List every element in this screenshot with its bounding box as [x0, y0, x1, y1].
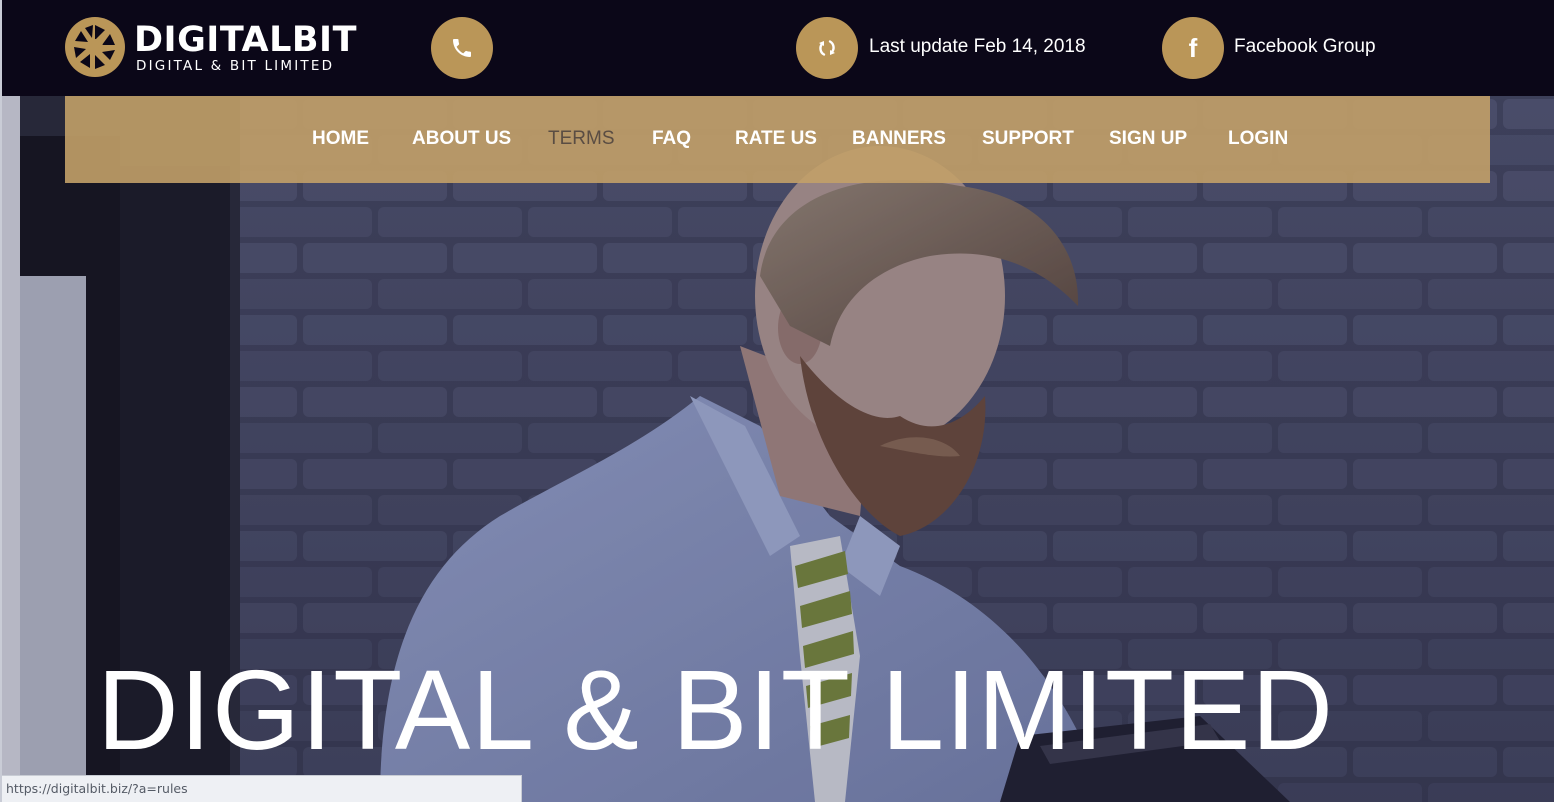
window-edge — [0, 0, 2, 802]
facebook-icon: f — [1188, 33, 1198, 63]
update-button[interactable] — [796, 17, 858, 79]
logo-mark-icon — [65, 17, 125, 77]
facebook-group-link[interactable]: Facebook Group — [1234, 36, 1376, 58]
nav-rate-us[interactable]: RATE US — [735, 127, 817, 151]
site-logo[interactable]: DIGITALBIT DIGITAL & BIT LIMITED — [64, 16, 374, 80]
nav-support[interactable]: SUPPORT — [982, 127, 1074, 151]
logo-subtitle: DIGITAL & BIT LIMITED — [136, 58, 335, 74]
browser-status-url: https://digitalbit.biz/?a=rules — [0, 775, 522, 802]
main-nav: HOME ABOUT US TERMS FAQ RATE US BANNERS … — [65, 96, 1490, 183]
phone-button[interactable] — [431, 17, 493, 79]
hero-title: DIGITAL & BIT LIMITED — [97, 647, 1335, 773]
phone-icon — [453, 39, 471, 57]
facebook-button[interactable]: f — [1162, 17, 1224, 79]
nav-home[interactable]: HOME — [312, 127, 369, 151]
nav-sign-up[interactable]: SIGN UP — [1109, 127, 1187, 151]
nav-login[interactable]: LOGIN — [1228, 127, 1288, 151]
nav-faq[interactable]: FAQ — [652, 127, 691, 151]
nav-about-us[interactable]: ABOUT US — [412, 127, 511, 151]
nav-terms[interactable]: TERMS — [548, 127, 615, 151]
top-bar: DIGITALBIT DIGITAL & BIT LIMITED Last up… — [0, 0, 1554, 96]
logo-name: DIGITALBIT — [134, 20, 357, 60]
nav-banners[interactable]: BANNERS — [852, 127, 946, 151]
last-update-text: Last update Feb 14, 2018 — [869, 36, 1086, 57]
refresh-icon — [819, 40, 835, 56]
